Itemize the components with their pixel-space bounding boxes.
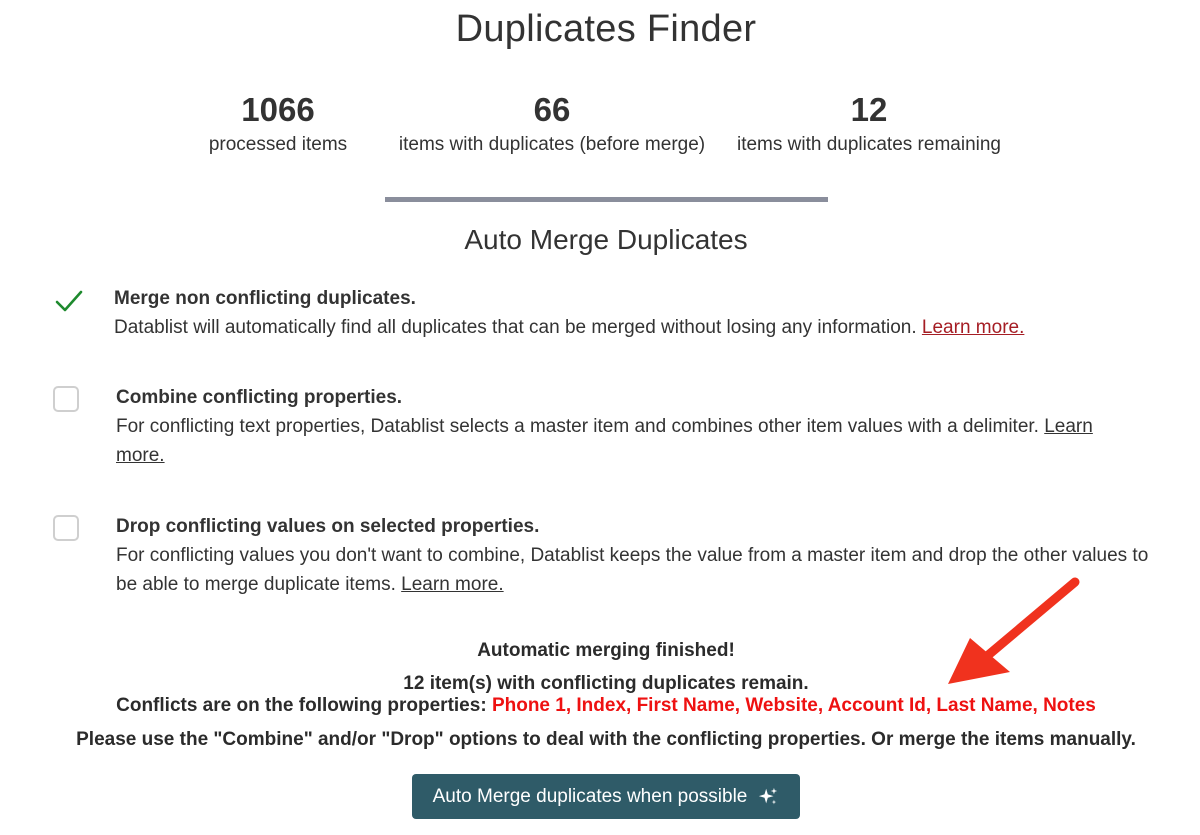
drop-checkbox[interactable] (53, 515, 79, 541)
option-merge-non-conflicting: Merge non conflicting duplicates. Databl… (114, 284, 1174, 342)
combine-checkbox[interactable] (53, 386, 79, 412)
option-title: Merge non conflicting duplicates. (114, 288, 416, 309)
conflict-properties-list: Phone 1, Index, First Name, Website, Acc… (491, 695, 1096, 716)
auto-merge-button-label: Auto Merge duplicates when possible (432, 785, 748, 807)
stat-value: 12 (850, 91, 888, 128)
stat-processed-items: 1066 processed items (178, 90, 378, 158)
option-description: Datablist will automatically find all du… (114, 317, 1025, 338)
learn-more-link[interactable]: Learn more. (401, 574, 503, 595)
stat-value: 1066 (241, 91, 315, 128)
arrow-icon (948, 577, 1080, 684)
stat-duplicates-remaining: 12 items with duplicates remaining (724, 90, 1014, 158)
option-description: For conflicting text properties, Databli… (116, 416, 1093, 466)
stat-value: 66 (533, 91, 571, 128)
conflicts-prefix: Conflicts are on the following propertie… (116, 695, 487, 716)
section-title: Auto Merge Duplicates (464, 224, 748, 255)
conflict-properties-line: Conflicts are on the following propertie… (0, 695, 1200, 717)
stat-label: processed items (208, 134, 348, 155)
option-combine-conflicting: Combine conflicting properties. For conf… (116, 383, 1126, 470)
stat-label: items with duplicates remaining (736, 134, 1001, 155)
sparkles-icon (759, 787, 778, 804)
option-title: Combine conflicting properties. (116, 387, 403, 408)
option-title: Drop conflicting values on selected prop… (116, 516, 540, 537)
page-title: Duplicates Finder (455, 8, 757, 50)
stat-duplicates-before-merge: 66 items with duplicates (before merge) (380, 90, 724, 158)
check-icon (55, 290, 83, 312)
auto-merge-button[interactable]: Auto Merge duplicates when possible (412, 774, 800, 819)
instructions-message: Please use the "Combine" and/or "Drop" o… (76, 729, 1136, 750)
section-divider (385, 197, 828, 202)
stat-label: items with duplicates (before merge) (398, 134, 706, 155)
learn-more-link[interactable]: Learn more. (922, 317, 1024, 338)
